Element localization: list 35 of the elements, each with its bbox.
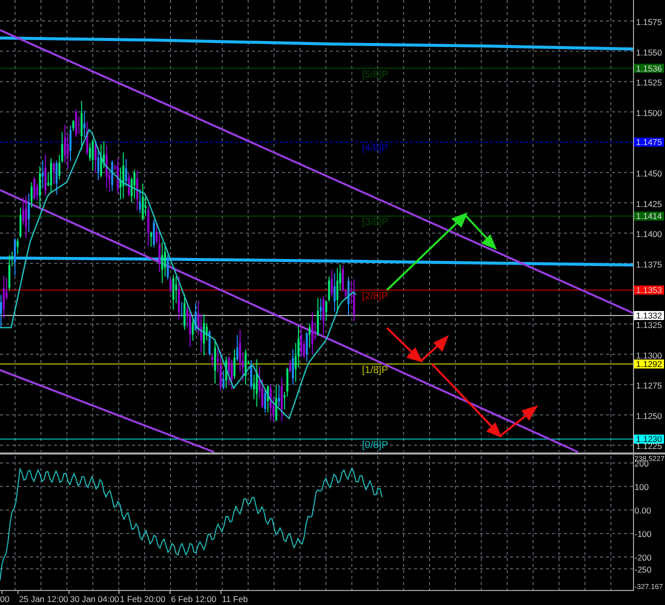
oscillator-label: -250: [634, 564, 652, 574]
level-label: [3/8]P: [362, 217, 388, 228]
time-label: 1 Feb 20:00: [120, 594, 166, 604]
price-label: 1.1575: [636, 17, 662, 27]
forecast-arrow: [386, 327, 423, 363]
price-label: 1.1300: [636, 350, 662, 360]
time-label: 11 Feb: [222, 594, 248, 604]
price-label: 1.1525: [636, 78, 662, 88]
time-label: 30 Jan 04:00: [70, 594, 120, 604]
time-label: 6 Feb 12:00: [171, 594, 216, 604]
level-label: [0/8]P: [362, 440, 388, 452]
price-tag: 1.1332: [634, 310, 664, 321]
oscillator-label: -200: [634, 552, 652, 562]
price-label: 1.1500: [636, 108, 662, 118]
price-tag: 1.1475: [634, 137, 664, 148]
oscillator-label: -100: [634, 529, 652, 539]
time-label: 25 Jan 12:00: [19, 594, 68, 604]
price-tag: 1.1230: [634, 434, 664, 444]
price-label: 1.1400: [636, 229, 662, 240]
price-label: 1.1375: [636, 259, 662, 270]
price-label: 1.1275: [636, 380, 662, 391]
price-label: 1.1425: [636, 198, 662, 209]
time-label: 00: [0, 594, 10, 604]
price-label: 1.1450: [636, 168, 662, 178]
level-label: [5/8]P: [362, 69, 388, 80]
level-label: [2/8]P: [362, 291, 388, 302]
price-label: 1.1325: [636, 320, 662, 330]
level-label: [4/8]P: [362, 143, 388, 154]
price-tag: 1.1353: [634, 285, 664, 296]
oscillator-label: 100: [634, 482, 649, 492]
price-label: 1.1250: [636, 410, 662, 421]
price-tag: 1.1414: [634, 211, 664, 222]
price-label: 1.1550: [636, 47, 662, 58]
oscillator-label: 0.00: [634, 506, 652, 516]
level-label: [1/8]P: [362, 365, 388, 376]
